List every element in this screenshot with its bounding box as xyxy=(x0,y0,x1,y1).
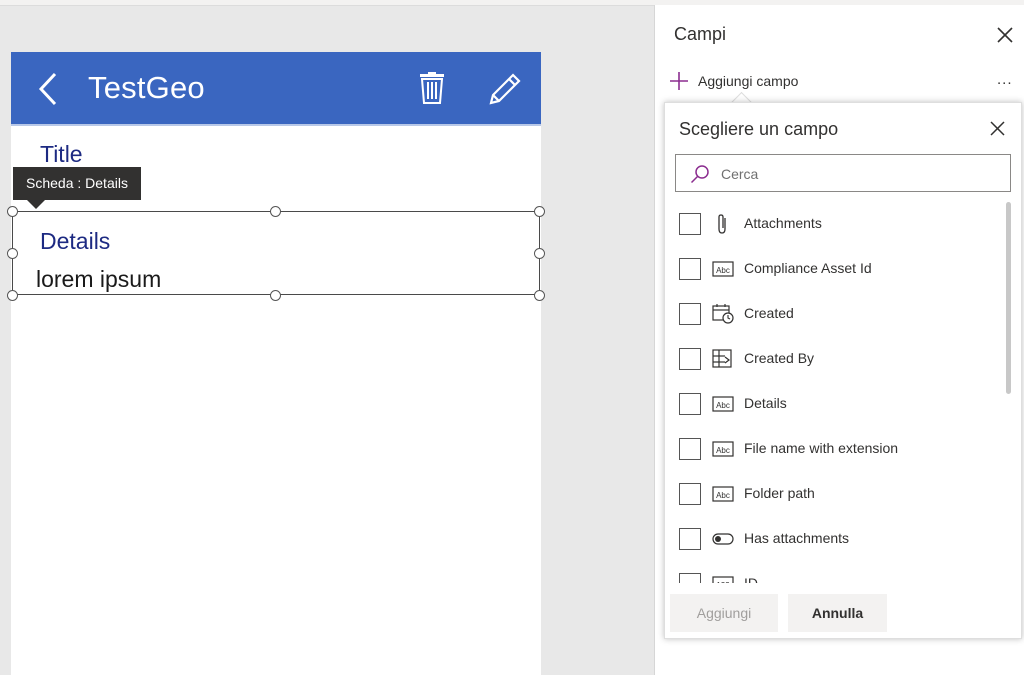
field-label: Created By xyxy=(744,350,815,366)
field-label: Created xyxy=(744,305,794,321)
field-checkbox[interactable] xyxy=(679,483,701,505)
title-card-label: Title xyxy=(40,141,83,167)
resize-handle-top-center[interactable] xyxy=(270,206,281,217)
list-item[interactable]: Abc Compliance Asset Id xyxy=(665,245,1005,290)
more-options-icon[interactable]: ... xyxy=(997,71,1013,88)
resize-handle-middle-left[interactable] xyxy=(7,248,18,259)
svg-text:Abc: Abc xyxy=(716,266,730,275)
details-card-value[interactable]: lorem ipsum xyxy=(36,266,161,293)
list-item[interactable]: Has attachments xyxy=(665,515,1005,560)
search-icon xyxy=(690,165,709,184)
plus-icon xyxy=(670,72,688,90)
resize-handle-top-left[interactable] xyxy=(7,206,18,217)
text-field-icon: Abc xyxy=(712,261,734,277)
text-field-icon: Abc xyxy=(712,441,734,457)
field-checkbox[interactable] xyxy=(679,348,701,370)
number-field-icon: 123 xyxy=(712,576,734,583)
field-label: Compliance Asset Id xyxy=(744,260,872,276)
screen-title: TestGeo xyxy=(88,70,205,105)
picker-title: Scegliere un campo xyxy=(679,119,839,139)
list-item[interactable]: Created xyxy=(665,290,1005,335)
app-screen[interactable]: TestGeo Title Home Scheda : Details Deta… xyxy=(7,52,545,675)
close-icon[interactable] xyxy=(996,26,1014,44)
field-list[interactable]: Attachments Abc Compliance Asset Id Crea… xyxy=(665,200,1005,583)
field-label: Has attachments xyxy=(744,530,850,546)
add-field-button[interactable]: Aggiungi campo xyxy=(669,69,798,93)
resize-handle-bottom-right[interactable] xyxy=(534,290,545,301)
header-divider xyxy=(11,124,541,126)
paperclip-icon xyxy=(718,214,726,234)
field-checkbox[interactable] xyxy=(679,258,701,280)
field-label: Folder path xyxy=(744,485,815,501)
field-checkbox[interactable] xyxy=(679,303,701,325)
list-scrollbar[interactable] xyxy=(1006,202,1011,394)
field-label: Attachments xyxy=(744,215,822,231)
field-checkbox[interactable] xyxy=(679,528,701,550)
choose-field-panel: Scegliere un campo Attachments Abc Compl… xyxy=(664,102,1022,639)
edit-pencil-icon[interactable] xyxy=(487,71,523,107)
list-item[interactable]: Created By xyxy=(665,335,1005,380)
search-box[interactable] xyxy=(675,154,1011,192)
search-input[interactable] xyxy=(719,162,1003,186)
list-item[interactable]: Attachments xyxy=(665,200,1005,245)
add-field-label: Aggiungi campo xyxy=(698,73,799,89)
field-checkbox[interactable] xyxy=(679,438,701,460)
svg-text:Abc: Abc xyxy=(716,446,730,455)
person-lookup-icon xyxy=(712,349,732,368)
field-label: File name with extension xyxy=(744,440,899,456)
list-item[interactable]: Abc File name with extension xyxy=(665,425,1005,470)
svg-text:Abc: Abc xyxy=(716,491,730,500)
cancel-button[interactable]: Annulla xyxy=(788,594,887,632)
pane-title: Campi xyxy=(674,24,727,44)
list-item[interactable]: Abc Details xyxy=(665,380,1005,425)
details-card-label: Details xyxy=(40,228,111,254)
add-button[interactable]: Aggiungi xyxy=(670,594,778,632)
close-icon[interactable] xyxy=(989,120,1006,137)
text-field-icon: Abc xyxy=(712,396,734,412)
field-checkbox[interactable] xyxy=(679,573,701,583)
field-checkbox[interactable] xyxy=(679,213,701,235)
svg-text:Abc: Abc xyxy=(716,401,730,410)
text-field-icon: Abc xyxy=(712,486,734,502)
toggle-icon xyxy=(712,533,734,545)
calendar-clock-icon xyxy=(712,304,734,324)
resize-handle-middle-right[interactable] xyxy=(534,248,545,259)
list-item[interactable]: Abc Folder path xyxy=(665,470,1005,515)
selection-tooltip: Scheda : Details xyxy=(13,167,141,200)
field-checkbox[interactable] xyxy=(679,393,701,415)
back-arrow-icon[interactable] xyxy=(37,71,67,107)
field-label: Details xyxy=(744,395,787,411)
trash-icon[interactable] xyxy=(419,72,445,104)
svg-text:123: 123 xyxy=(716,581,730,583)
field-label: ID xyxy=(744,575,758,583)
app-header: TestGeo xyxy=(11,52,541,124)
tooltip-arrow xyxy=(27,200,45,209)
resize-handle-bottom-left[interactable] xyxy=(7,290,18,301)
resize-handle-bottom-center[interactable] xyxy=(270,290,281,301)
list-item[interactable]: 123 ID xyxy=(665,560,1005,583)
resize-handle-top-right[interactable] xyxy=(534,206,545,217)
